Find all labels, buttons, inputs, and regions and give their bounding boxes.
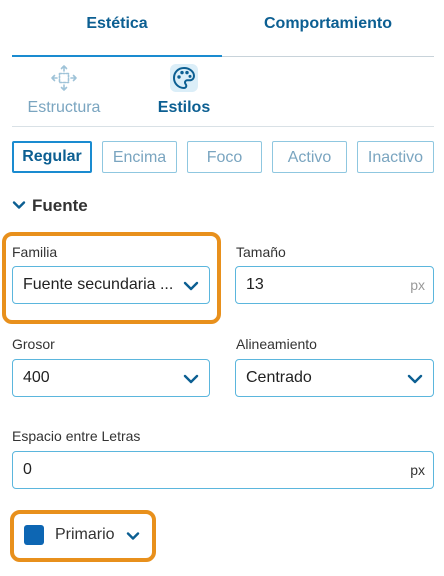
chevron-down-icon xyxy=(12,201,26,209)
chevron-down-icon xyxy=(126,532,140,540)
tamano-unit: px xyxy=(410,277,425,293)
familia-value: Fuente secundaria ... xyxy=(23,276,174,293)
subtab-estilos-label: Estilos xyxy=(157,99,211,116)
espacio-letras-label: Espacio entre Letras xyxy=(12,428,141,444)
espacio-letras-unit: px xyxy=(410,462,425,478)
tamano-value: 13 xyxy=(246,276,264,293)
alineamiento-value: Centrado xyxy=(246,369,312,386)
subtab-estilos[interactable]: Estilos xyxy=(131,56,237,126)
tamano-input[interactable]: 13 px xyxy=(235,266,434,304)
tab-estetica[interactable]: Estética xyxy=(12,0,222,57)
state-activo-button[interactable]: Activo xyxy=(272,141,347,173)
subtab-estructura-label: Estructura xyxy=(27,99,101,116)
tab-comportamiento[interactable]: Comportamiento xyxy=(222,0,434,56)
familia-select[interactable]: Fuente secundaria ... xyxy=(12,266,210,304)
top-tabs: Estética Comportamiento xyxy=(12,0,434,57)
tab-comportamiento-label: Comportamiento xyxy=(264,15,392,32)
familia-label: Familia xyxy=(12,244,58,260)
chevron-down-icon xyxy=(183,374,199,384)
espacio-letras-input[interactable]: 0 px xyxy=(12,451,434,489)
palette-icon xyxy=(170,64,198,92)
tab-estetica-label: Estética xyxy=(86,15,148,32)
state-regular-button[interactable]: Regular xyxy=(12,141,92,173)
chevron-down-icon xyxy=(183,281,199,291)
chevron-down-icon xyxy=(407,374,423,384)
tamano-label: Tamaño xyxy=(236,244,286,260)
state-inactivo-button[interactable]: Inactivo xyxy=(357,141,434,173)
fuente-section-title: Fuente xyxy=(32,196,88,215)
color-label: Primario xyxy=(55,526,115,543)
grosor-label: Grosor xyxy=(12,336,55,352)
state-foco-button[interactable]: Foco xyxy=(187,141,262,173)
fuente-section-toggle[interactable]: Fuente xyxy=(12,196,88,216)
move-arrows-icon xyxy=(51,65,77,91)
espacio-letras-value: 0 xyxy=(23,461,32,478)
color-swatch xyxy=(24,525,44,545)
alineamiento-label: Alineamiento xyxy=(236,336,317,352)
grosor-select[interactable]: 400 xyxy=(12,359,210,397)
grosor-value: 400 xyxy=(23,369,50,386)
alineamiento-select[interactable]: Centrado xyxy=(235,359,434,397)
state-encima-button[interactable]: Encima xyxy=(102,141,177,173)
subtab-estructura[interactable]: Estructura xyxy=(11,56,117,126)
sub-tabs: Estructura Estilos xyxy=(12,56,434,127)
